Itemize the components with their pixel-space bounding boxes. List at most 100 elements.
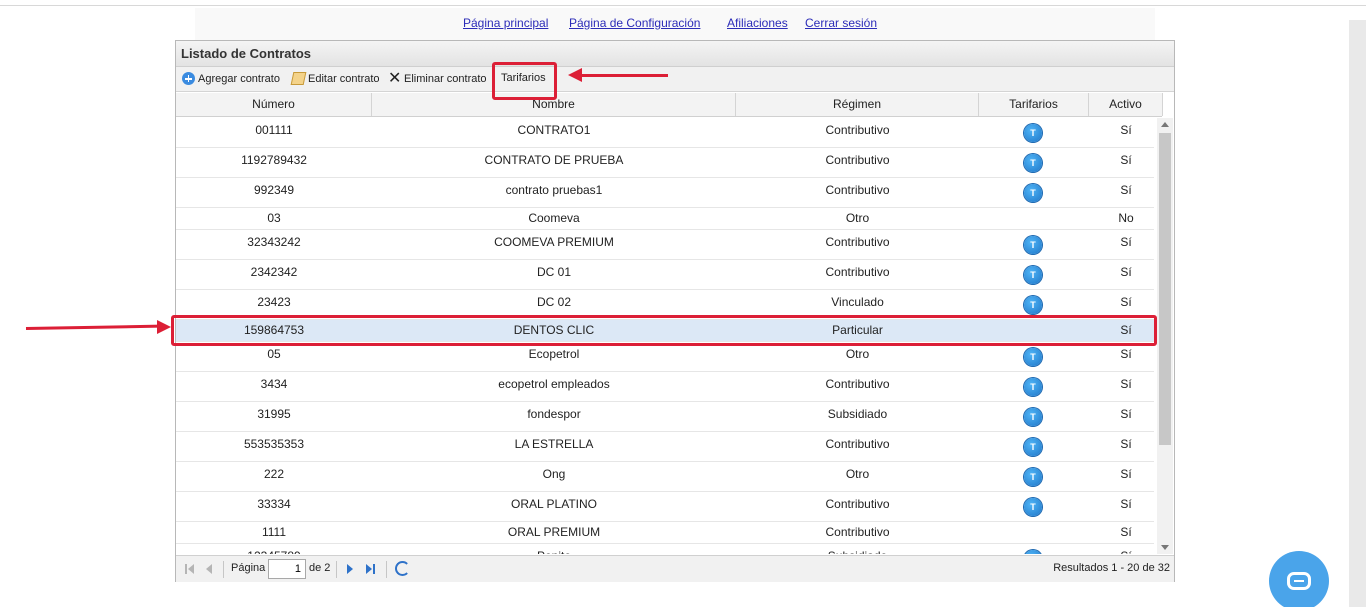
table-row[interactable]: 32343242 COOMEVA PREMIUM Contributivo Sí T	[176, 230, 1154, 260]
chat-button[interactable]	[1269, 551, 1329, 607]
next-page-icon[interactable]	[347, 564, 353, 574]
page-number-input[interactable]	[268, 559, 306, 579]
pager: Página de 2 Resultados 1 - 20 de 32	[176, 555, 1174, 582]
nav-link-logout[interactable]: Cerrar sesión	[805, 16, 877, 30]
table-header: Número Nombre Régimen Tarifarios Activo	[176, 93, 1163, 117]
cell-regimen: Contributivo	[825, 497, 890, 511]
column-header-regimen[interactable]: Régimen	[736, 93, 979, 116]
cell-numero: 23423	[257, 295, 291, 309]
prev-page-icon[interactable]	[206, 564, 212, 574]
edit-contract-button[interactable]: Editar contrato	[290, 72, 380, 85]
page-scrollbar[interactable]	[1349, 20, 1366, 607]
column-header-activo[interactable]: Activo	[1089, 93, 1163, 116]
column-header-tarifarios[interactable]: Tarifarios	[979, 93, 1089, 116]
table-row[interactable]: 2342342 DC 01 Contributivo Sí T	[176, 260, 1154, 290]
cell-numero: 001111	[255, 123, 293, 137]
cell-numero: 32343242	[247, 235, 301, 249]
last-page-icon[interactable]	[366, 564, 372, 574]
cell-nombre: ORAL PLATINO	[510, 497, 598, 511]
tarifario-icon[interactable]: T	[1024, 236, 1042, 254]
table-row[interactable]: 222 Ong Otro Sí T	[176, 462, 1154, 492]
cell-numero: 33334	[257, 497, 291, 511]
tarifario-icon[interactable]: T	[1024, 348, 1042, 366]
tarifario-icon[interactable]: T	[1024, 296, 1042, 314]
tarifario-icon[interactable]: T	[1024, 438, 1042, 456]
table-row[interactable]: 1111 ORAL PREMIUM Contributivo Sí	[176, 522, 1154, 544]
cell-regimen: Vinculado	[831, 295, 884, 309]
panel-title: Listado de Contratos	[176, 41, 1174, 67]
table-row[interactable]: 12345789PonitoSubsidiado Sí T	[176, 544, 1154, 554]
pager-separator	[223, 561, 224, 578]
cell-regimen: Otro	[845, 211, 870, 225]
tarifario-icon[interactable]: T	[1024, 266, 1042, 284]
cell-nombre: ORAL PREMIUM	[507, 525, 601, 539]
table-row[interactable]: 553535353 LA ESTRELLA Contributivo Sí T	[176, 432, 1154, 462]
cell-regimen: Contributivo	[825, 183, 890, 197]
cell-regimen: Contributivo	[825, 265, 890, 279]
first-page-icon[interactable]	[188, 564, 194, 574]
tarifario-icon[interactable]: T	[1024, 184, 1042, 202]
cell-nombre: CONTRATO DE PRUEBA	[484, 153, 624, 167]
cell-regimen: Otro	[845, 347, 870, 361]
cell-numero: 12345789	[176, 549, 372, 554]
table-row[interactable]: 992349 contrato pruebas1 Contributivo Sí T	[176, 178, 1154, 208]
tarifario-icon[interactable]: T	[1024, 154, 1042, 172]
cell-activo: Sí	[1120, 123, 1132, 137]
table-row[interactable]: 03 Coomeva Otro No	[176, 208, 1154, 230]
cell-regimen: Contributivo	[825, 437, 890, 451]
tarifario-icon[interactable]: T	[1024, 468, 1042, 486]
close-icon: ✕	[388, 70, 402, 87]
pager-separator	[336, 561, 337, 578]
cell-numero: 03	[267, 211, 281, 225]
arrow-right-icon	[157, 320, 171, 334]
tarifario-icon[interactable]: T	[1024, 408, 1042, 426]
table-row[interactable]: 33334 ORAL PLATINO Contributivo Sí T	[176, 492, 1154, 522]
results-count: Resultados 1 - 20 de 32	[1053, 562, 1170, 574]
table-row[interactable]: 1192789432 CONTRATO DE PRUEBA Contributivo…	[176, 148, 1154, 178]
nav-link-settings[interactable]: Página de Configuración	[569, 16, 700, 30]
cell-nombre: Ong	[542, 467, 566, 481]
cell-regimen: Contributivo	[825, 377, 890, 391]
tarifario-icon[interactable]: T	[1024, 378, 1042, 396]
scroll-thumb[interactable]	[1159, 133, 1171, 445]
cell-regimen: Contributivo	[825, 525, 890, 539]
cell-nombre: Ponito	[372, 549, 736, 554]
cell-nombre: LA ESTRELLA	[514, 437, 594, 451]
cell-activo: Sí	[1120, 467, 1132, 481]
cell-activo: Sí	[1120, 347, 1132, 361]
cell-numero: 2342342	[250, 265, 298, 279]
cell-numero: 31995	[257, 407, 291, 421]
cell-activo: No	[1118, 211, 1134, 225]
tarifario-icon[interactable]: T	[1024, 550, 1042, 554]
nav-link-affiliations[interactable]: Afiliaciones	[727, 16, 788, 30]
add-contract-button[interactable]: Agregar contrato	[182, 72, 280, 85]
cell-numero: 1111	[261, 525, 287, 539]
table-row[interactable]: 001111 CONTRATO1 Contributivo Sí T	[176, 118, 1154, 148]
cell-numero: 05	[267, 347, 281, 361]
cell-activo: Sí	[1120, 183, 1132, 197]
cell-nombre: fondespor	[527, 407, 581, 421]
cell-activo: Sí	[1120, 153, 1132, 167]
cell-nombre: COOMEVA PREMIUM	[494, 235, 614, 249]
cell-activo: Sí	[1120, 235, 1132, 249]
tarifario-icon[interactable]: T	[1024, 124, 1042, 142]
tarifario-icon[interactable]: T	[1024, 498, 1042, 516]
top-rule	[0, 0, 1366, 6]
table-scrollbar[interactable]	[1157, 118, 1173, 554]
arrow-line	[580, 74, 668, 77]
cell-nombre: contrato pruebas1	[505, 183, 603, 197]
delete-contract-button[interactable]: ✕ Eliminar contrato	[388, 70, 487, 87]
column-header-numero[interactable]: Número	[176, 93, 372, 116]
cell-nombre: DC 01	[536, 265, 571, 279]
table-row[interactable]: 05 Ecopetrol Otro Sí T	[176, 342, 1154, 372]
table-row[interactable]: 3434 ecopetrol empleados Contributivo Sí T	[176, 372, 1154, 402]
scroll-up-icon[interactable]	[1161, 122, 1169, 127]
cell-activo: Sí	[1120, 525, 1132, 539]
table-row[interactable]: 31995 fondespor Subsidiado Sí T	[176, 402, 1154, 432]
cell-regimen: Subsidiado	[827, 407, 888, 421]
refresh-icon[interactable]	[395, 561, 410, 576]
nav-link-home[interactable]: Página principal	[463, 16, 548, 30]
cell-numero: 992349	[253, 183, 295, 197]
scroll-down-icon[interactable]	[1161, 545, 1169, 550]
cell-nombre: CONTRATO1	[517, 123, 591, 137]
